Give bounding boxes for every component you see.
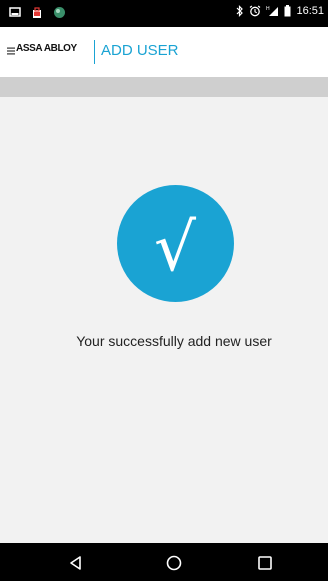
status-bar: H 16:51	[0, 0, 328, 27]
success-message: Your successfully add new user	[76, 333, 272, 349]
page-title: ADD USER	[101, 42, 179, 59]
battery-icon	[284, 5, 291, 17]
recents-icon[interactable]	[255, 553, 275, 573]
alarm-icon	[250, 5, 261, 17]
brand-logo: ASSA ABLOY	[16, 43, 77, 54]
success-badge: √	[117, 185, 234, 302]
globe-icon	[54, 7, 65, 18]
bluetooth-icon	[237, 5, 244, 17]
app-bar: ASSA ABLOY ADD USER	[0, 27, 328, 77]
back-icon[interactable]	[66, 553, 86, 573]
header-band	[0, 77, 328, 97]
screenshot-icon	[9, 7, 21, 17]
shopping-bag-icon	[33, 6, 41, 18]
svg-text:H: H	[266, 6, 270, 12]
home-icon[interactable]	[164, 553, 184, 573]
checkmark-icon: √	[154, 209, 197, 286]
menu-icon[interactable]	[7, 47, 15, 55]
signal-icon: H	[266, 6, 279, 16]
navigation-bar	[0, 543, 328, 581]
status-time: 16:51	[296, 5, 324, 17]
checkmark-symbol: √	[154, 209, 197, 286]
title-divider	[94, 40, 95, 64]
status-right-icons: H 16:51	[236, 5, 324, 17]
success-panel: √ Your successfully add new user	[0, 97, 328, 543]
status-left-icons	[9, 6, 66, 19]
